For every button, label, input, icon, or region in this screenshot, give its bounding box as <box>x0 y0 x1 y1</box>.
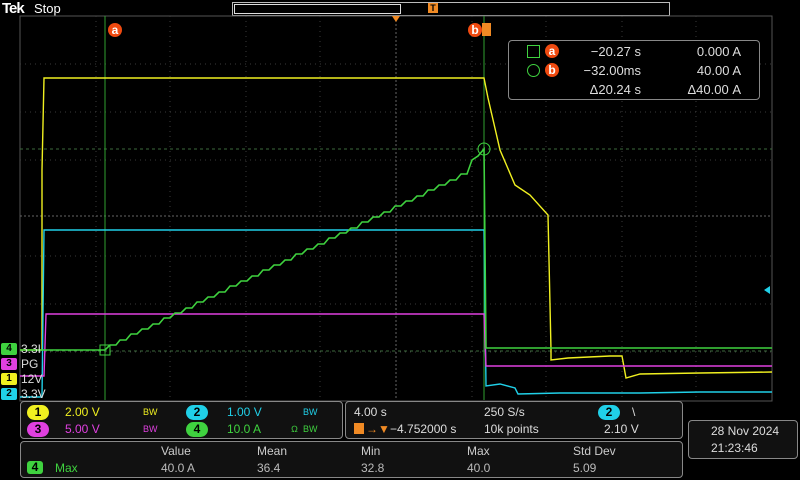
horizontal-position[interactable]: −4.752000 s <box>390 422 456 436</box>
meas-name[interactable]: Max <box>55 461 78 475</box>
trigger-position-icon <box>354 423 364 434</box>
time: 21:23:46 <box>711 441 758 455</box>
ch3-ground-marker[interactable]: 3 <box>1 358 17 370</box>
cursor-readout-panel[interactable]: a −20.27 s 0.000 A b −32.00ms 40.00 A Δ2… <box>508 40 760 100</box>
trigger-point-icon <box>392 16 400 22</box>
vertical-settings-panel[interactable]: 1 2.00 V BW 2 1.00 V BW 3 5.00 V BW 4 10… <box>20 401 343 439</box>
current-probe-icon: Ω <box>291 424 298 434</box>
ch4-scale[interactable]: 10.0 A <box>227 422 261 436</box>
trigger-level-icon[interactable] <box>764 286 770 294</box>
sample-rate: 250 S/s <box>484 405 525 419</box>
circle-cursor-icon <box>527 64 540 77</box>
ch3-label: PG <box>21 357 39 371</box>
ch2-ground-marker[interactable]: 2 <box>1 388 17 400</box>
trigger-source[interactable]: 2 <box>598 405 620 420</box>
meas-mean: 36.4 <box>257 461 281 475</box>
ch2-scale[interactable]: 1.00 V <box>227 405 262 419</box>
cursor-b-time: −32.00ms <box>583 63 641 78</box>
ch1-scale[interactable]: 2.00 V <box>65 405 100 419</box>
ch3-bw-limit: BW <box>143 424 158 434</box>
arrow-icon: →▼ <box>366 422 390 436</box>
square-cursor-icon <box>527 45 540 58</box>
meas-header-min: Min <box>361 444 381 458</box>
trigger-level[interactable]: 2.10 V <box>604 422 639 436</box>
ch4-label: 3.3I <box>21 342 42 356</box>
cursor-a-label[interactable]: a <box>108 23 122 37</box>
trigger-slope-icon[interactable]: \ <box>632 405 635 419</box>
meas-source-badge[interactable]: 4 <box>27 461 43 474</box>
ch1-button[interactable]: 1 <box>27 405 49 420</box>
meas-value: 40.0 A <box>161 461 196 475</box>
horizontal-scale[interactable]: 4.00 s <box>354 405 387 419</box>
cursor-b-value: 40.00 A <box>696 63 741 78</box>
ch3-scale[interactable]: 5.00 V <box>65 422 100 436</box>
meas-header-max: Max <box>467 444 490 458</box>
cursor-b-badge: b <box>545 63 559 77</box>
cursor-a-value: 0.000 A <box>696 44 741 59</box>
record-length[interactable]: 10k points <box>484 422 539 436</box>
ch1-bw-limit: BW <box>143 407 158 417</box>
meas-min: 32.8 <box>361 461 385 475</box>
ch4-button[interactable]: 4 <box>186 422 208 437</box>
ch1-label: 12V <box>21 372 43 386</box>
cursor-delta-value: Δ40.00 A <box>687 82 742 97</box>
cursor-b-label[interactable]: b <box>468 23 482 37</box>
meas-stddev: 5.09 <box>573 461 597 475</box>
ch3-button[interactable]: 3 <box>27 422 49 437</box>
ch1-ground-marker[interactable]: 1 <box>1 373 17 385</box>
cursor-delta-time: Δ20.24 s <box>589 82 641 97</box>
meas-header-mean: Mean <box>257 444 288 458</box>
meas-header-value: Value <box>161 444 191 458</box>
trigger-t-icon <box>482 23 491 36</box>
cursor-a-time: −20.27 s <box>590 44 641 59</box>
meas-header-stddev: Std Dev <box>573 444 616 458</box>
ch2-bw-limit: BW <box>303 407 318 417</box>
date: 28 Nov 2024 <box>711 424 780 438</box>
cursor-a-badge: a <box>545 44 559 58</box>
timebase-panel[interactable]: 4.00 s 250 S/s →▼ −4.752000 s 10k points… <box>345 401 683 439</box>
ch4-ground-marker[interactable]: 4 <box>1 343 17 355</box>
ch4-bw-limit: BW <box>303 424 318 434</box>
ch2-label: 3.3V <box>21 387 46 401</box>
ch2-button[interactable]: 2 <box>186 405 208 420</box>
measurement-panel[interactable]: Value Mean Min Max Std Dev 4 Max 40.0 A … <box>20 441 683 478</box>
datetime-panel: 28 Nov 2024 21:23:46 <box>688 420 798 459</box>
meas-max: 40.0 <box>467 461 491 475</box>
